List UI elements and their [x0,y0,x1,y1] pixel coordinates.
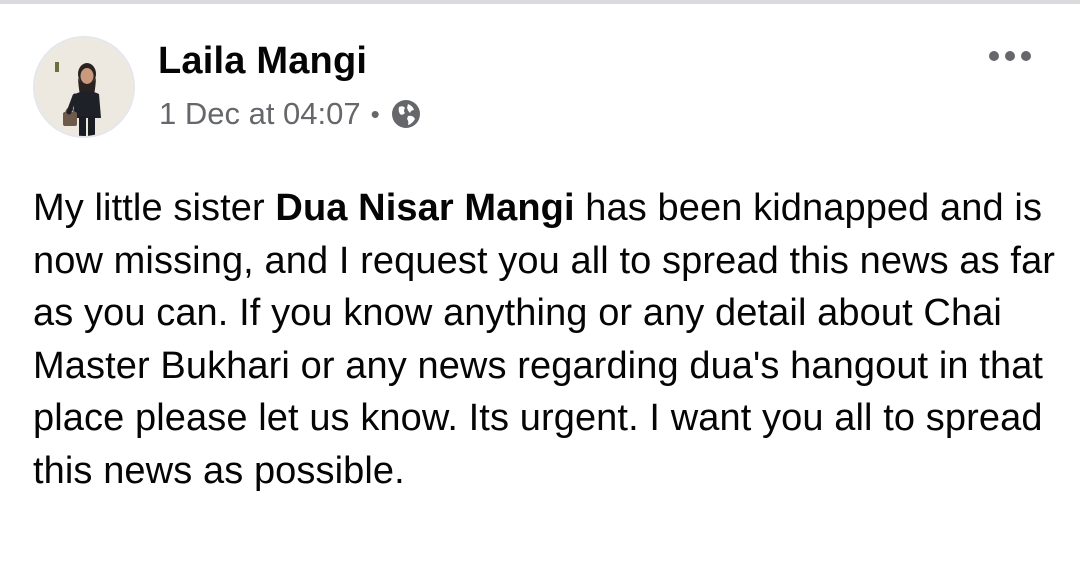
post-meta: 1 Dec at 04:07 • [159,94,422,134]
more-options-button[interactable] [980,36,1040,76]
post-body-text-before: My little sister [33,187,276,229]
post-card: Laila Mangi 1 Dec at 04:07 • My little s… [0,0,1080,581]
post-body-text-after: has been kidnapped and is now missing, a… [33,187,1056,492]
more-options-icon [989,51,1031,61]
profile-photo-icon [35,38,133,136]
author-avatar[interactable] [33,36,135,138]
post-body: My little sister Dua Nisar Mangi has bee… [33,182,1063,498]
globe-icon[interactable] [390,98,422,130]
post-timestamp[interactable]: 1 Dec at 04:07 [159,96,361,132]
author-name[interactable]: Laila Mangi [158,40,367,83]
mentioned-name: Dua Nisar Mangi [275,187,575,229]
meta-separator: • [370,99,380,129]
